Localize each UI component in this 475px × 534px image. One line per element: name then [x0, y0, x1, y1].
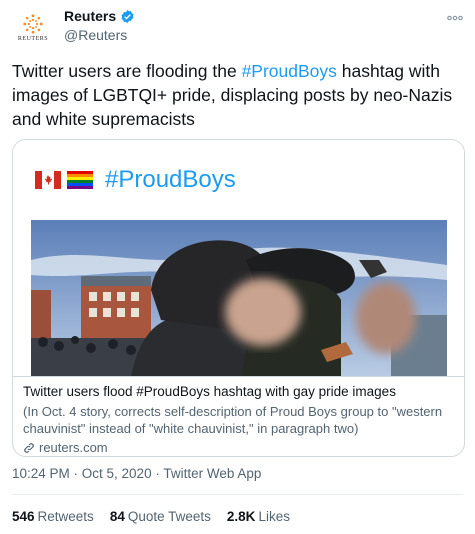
- reuters-logo-avatar[interactable]: REUTERS: [12, 6, 54, 48]
- retweets-count: 546: [12, 509, 35, 524]
- author-name[interactable]: Reuters: [64, 8, 116, 24]
- card-hashtag: #ProudBoys: [105, 166, 236, 193]
- author-handle[interactable]: @Reuters: [64, 27, 135, 43]
- reuters-logo-icon: [23, 13, 43, 34]
- photo-illustration: [31, 220, 447, 376]
- quote-tweets-stat[interactable]: 84 Quote Tweets: [110, 509, 211, 524]
- tweet-timestamp[interactable]: 10:24 PM · Oct 5, 2020 · Twitter Web App: [12, 466, 261, 481]
- quote-tweets-count: 84: [109, 509, 125, 524]
- card-photo: [31, 220, 447, 376]
- link-icon: [24, 442, 34, 453]
- card-domain-row: reuters.com: [23, 440, 454, 455]
- avatar-brand-text: REUTERS: [17, 35, 49, 42]
- card-meta: Twitter users flood #ProudBoys hashtag w…: [13, 376, 464, 456]
- more-options-icon[interactable]: [447, 8, 463, 24]
- card-domain: reuters.com: [39, 440, 108, 455]
- tweet-text-part: Twitter users are flooding the: [12, 61, 242, 81]
- quote-tweets-label: Quote Tweets: [127, 509, 211, 524]
- hashtag-link[interactable]: #ProudBoys: [242, 61, 337, 81]
- card-hero: #ProudBoys: [13, 140, 464, 376]
- card-title[interactable]: Twitter users flood #ProudBoys hashtag w…: [23, 383, 454, 401]
- author-name-row[interactable]: Reuters: [64, 8, 135, 24]
- author-block: Reuters @Reuters: [64, 8, 135, 43]
- link-card[interactable]: #ProudBoys Twitter users flood #ProudBoy…: [12, 139, 465, 457]
- verified-badge-icon: [121, 9, 134, 23]
- rainbow-flag-icon: [67, 171, 93, 189]
- likes-label: Likes: [258, 509, 290, 524]
- engagement-stats: 546 Retweets 84 Quote Tweets 2.8K Likes: [12, 509, 290, 524]
- card-flags: #ProudBoys: [35, 166, 236, 194]
- likes-stat[interactable]: 2.8K Likes: [227, 509, 290, 524]
- divider: [12, 494, 463, 495]
- tweet: REUTERS Reuters @Reuters Twitter users a…: [0, 0, 475, 534]
- card-description: (In Oct. 4 story, corrects self-descript…: [23, 404, 443, 436]
- retweets-label: Retweets: [37, 509, 94, 524]
- retweets-stat[interactable]: 546 Retweets: [12, 509, 94, 524]
- tweet-text: Twitter users are flooding the #ProudBoy…: [12, 59, 467, 131]
- likes-count: 2.8K: [226, 509, 256, 524]
- canada-flag-icon: [35, 171, 61, 189]
